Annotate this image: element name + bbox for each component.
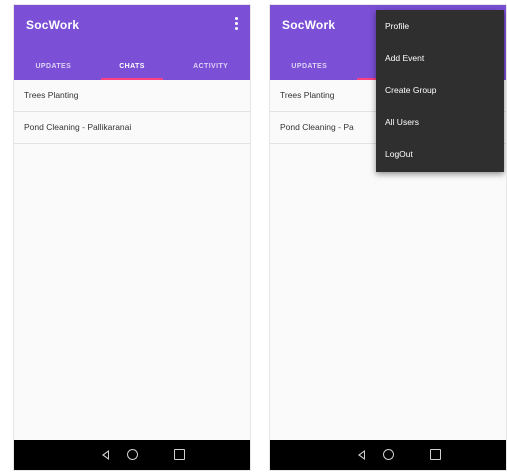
phone-screen-left: SocWork UPDATES CHATS ACTIVITY Trees Pla… bbox=[14, 5, 250, 470]
overflow-menu: Profile Add Event Create Group All Users… bbox=[376, 10, 504, 172]
menu-item-create-group[interactable]: Create Group bbox=[376, 74, 504, 106]
back-triangle-icon[interactable] bbox=[358, 450, 365, 460]
tab-updates[interactable]: UPDATES bbox=[270, 53, 349, 80]
chat-item[interactable]: Pond Cleaning - Pallikaranai bbox=[14, 112, 250, 144]
tab-activity[interactable]: ACTIVITY bbox=[171, 53, 250, 80]
tab-chats[interactable]: CHATS bbox=[93, 53, 172, 80]
recent-square-icon[interactable] bbox=[430, 449, 441, 460]
phone-screen-right: SocWork UPDATES Trees Planting Pond Clea… bbox=[270, 5, 506, 470]
app-title: SocWork bbox=[282, 18, 336, 32]
tab-updates[interactable]: UPDATES bbox=[14, 53, 93, 80]
menu-item-add-event[interactable]: Add Event bbox=[376, 42, 504, 74]
app-bar: SocWork UPDATES CHATS ACTIVITY bbox=[14, 5, 250, 80]
chat-list: Trees Planting Pond Cleaning - Pallikara… bbox=[14, 80, 250, 144]
more-vert-icon[interactable] bbox=[230, 15, 242, 33]
tab-bar: UPDATES CHATS ACTIVITY bbox=[14, 53, 250, 80]
menu-item-all-users[interactable]: All Users bbox=[376, 106, 504, 138]
back-triangle-icon[interactable] bbox=[102, 450, 109, 460]
menu-item-profile[interactable]: Profile bbox=[376, 10, 504, 42]
home-circle-icon[interactable] bbox=[383, 449, 394, 460]
chat-item[interactable]: Trees Planting bbox=[14, 80, 250, 112]
menu-item-logout[interactable]: LogOut bbox=[376, 138, 504, 170]
home-circle-icon[interactable] bbox=[127, 449, 138, 460]
app-title: SocWork bbox=[26, 18, 80, 32]
recent-square-icon[interactable] bbox=[174, 449, 185, 460]
system-nav-bar bbox=[270, 440, 506, 470]
system-nav-bar bbox=[14, 440, 250, 470]
